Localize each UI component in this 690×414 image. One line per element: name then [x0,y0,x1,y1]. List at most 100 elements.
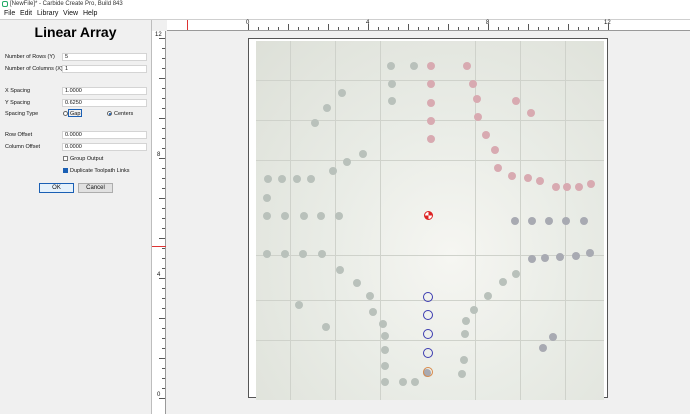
template-hole-dot [381,378,389,386]
ruler-tick [428,27,429,30]
origin-marker-icon [424,211,433,220]
template-hole-dot [353,279,361,287]
template-hole-dot [411,378,419,386]
row-offset-input[interactable]: 0.0000 [62,131,147,139]
title-bar: [NewFile]* - Carbide Create Pro, Build 8… [0,0,690,9]
template-hole-dot [563,183,571,191]
menu-edit[interactable]: Edit [20,9,32,19]
centers-radio-label[interactable]: Centers [114,111,133,117]
template-hole-dot [482,131,490,139]
template-hole-dot [499,278,507,286]
ruler-tick [162,338,165,339]
template-hole-dot [307,175,315,183]
template-hole-dot [562,217,570,225]
template-hole-dot [264,175,272,183]
grid-line [256,160,604,161]
array-circle-2[interactable] [423,310,433,320]
template-hole-dot [572,252,580,260]
ruler-tick [162,208,165,209]
window-title: [NewFile]* - Carbide Create Pro, Build 8… [10,1,123,7]
template-hole-dot [528,217,536,225]
grid-line [290,41,291,400]
ruler-tick [162,128,165,129]
columns-input[interactable]: 1 [62,65,147,73]
template-hole-dot [539,344,547,352]
centers-radio[interactable] [107,111,112,116]
template-hole-dot [343,158,351,166]
x-spacing-label: X Spacing [5,88,31,94]
template-hole-dot [336,266,344,274]
template-hole-dot [322,323,330,331]
gap-radio[interactable] [63,111,68,116]
array-circle-3[interactable] [423,329,433,339]
ruler-tick [248,24,249,30]
array-circle-5[interactable] [423,367,433,377]
group-output-label[interactable]: Group Output [70,156,103,162]
template-hole-dot [552,183,560,191]
template-hole-dot [359,150,367,158]
ruler-tick [159,118,165,119]
panel-heading: Linear Array [34,24,117,40]
template-hole-dot [494,164,502,172]
ruler-tick [162,308,165,309]
duplicate-links-label[interactable]: Duplicate Toolpath Links [70,168,130,174]
menu-bar: File Edit Library View Help [0,9,690,19]
x-spacing-input[interactable]: 1.0000 [62,87,147,95]
ruler-tick [608,24,609,30]
ruler-tick [159,158,165,159]
ruler-tick [162,138,165,139]
grid-line [256,255,604,256]
array-circle-4[interactable] [423,348,433,358]
template-hole-dot [338,89,346,97]
ruler-tick [159,358,165,359]
ruler-tick [478,27,479,30]
ruler-tick [268,27,269,30]
ruler-tick [162,388,165,389]
ruler-tick [338,27,339,30]
ok-button[interactable]: OK [39,183,74,193]
ruler-tick [468,27,469,30]
template-hole-dot [470,306,478,314]
rows-input[interactable]: 5 [62,53,147,61]
y-spacing-input[interactable]: 0.6250 [62,99,147,107]
ruler-tick [398,27,399,30]
template-hole-dot [474,113,482,121]
menu-help[interactable]: Help [83,9,97,19]
ruler-tick [162,98,165,99]
group-output-checkbox[interactable] [63,156,68,161]
menu-library[interactable]: Library [37,9,58,19]
linear-array-panel [0,20,151,414]
template-hole-dot [462,317,470,325]
template-hole-dot [366,292,374,300]
column-offset-input[interactable]: 0.0000 [62,143,147,151]
template-hole-dot [469,80,477,88]
template-hole-dot [541,254,549,262]
ruler-tick [162,88,165,89]
template-hole-dot [512,97,520,105]
ruler-tick [498,27,499,30]
rows-label: Number of Rows (Y) [5,54,55,60]
cancel-button[interactable]: Cancel [78,183,113,193]
ruler-tick [288,24,289,30]
ruler-tick [162,218,165,219]
template-hole-dot [381,332,389,340]
template-hole-dot [460,356,468,364]
menu-view[interactable]: View [63,9,78,19]
template-hole-dot [508,172,516,180]
ruler-tick [258,27,259,30]
ruler-tick [538,27,539,30]
template-hole-dot [300,212,308,220]
ruler-tick [162,348,165,349]
grid-line [335,41,336,400]
duplicate-links-checkbox[interactable] [63,168,68,173]
array-circle-1[interactable] [423,292,433,302]
menu-file[interactable]: File [4,9,15,19]
gap-radio-label[interactable]: Gap [70,111,80,117]
ruler-tick [162,298,165,299]
ruler-tick [568,24,569,30]
ruler-tick [162,178,165,179]
ruler-tick [588,27,589,30]
ruler-tick [598,27,599,30]
ruler-tick [159,278,165,279]
ruler-tick [162,288,165,289]
